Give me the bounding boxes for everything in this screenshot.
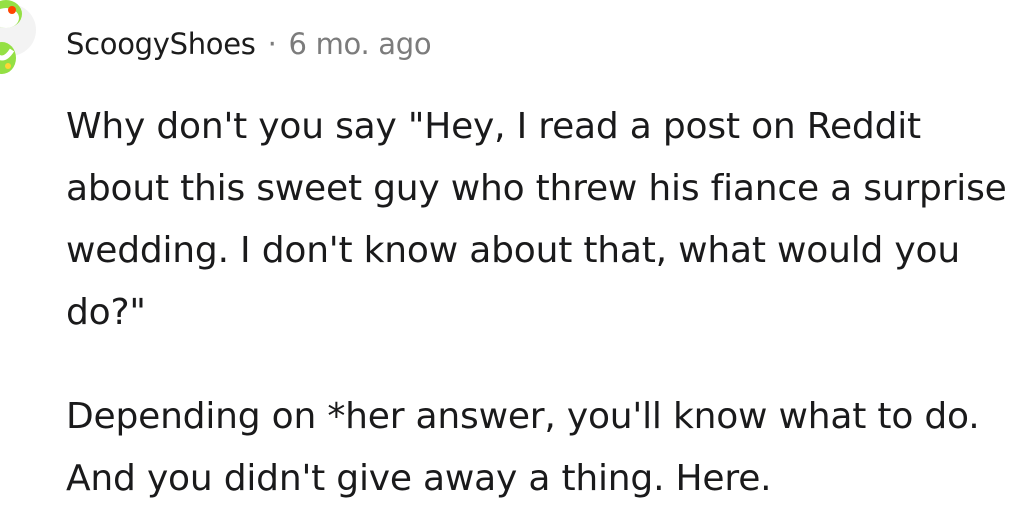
comment-paragraph: Why don't you say "Hey, I read a post on…	[66, 106, 1007, 333]
snoo-avatar-icon[interactable]	[0, 0, 38, 82]
comment-meta: ScoogyShoes · 6 mo. ago	[66, 26, 432, 62]
comment-body: Why don't you say "Hey, I read a post on…	[66, 96, 1016, 510]
timestamp-link[interactable]: 6 mo. ago	[289, 26, 432, 62]
username-link[interactable]: ScoogyShoes	[66, 26, 256, 62]
comment-paragraph: Depending on *her answer, you'll know wh…	[66, 396, 980, 499]
meta-separator: ·	[267, 27, 277, 61]
